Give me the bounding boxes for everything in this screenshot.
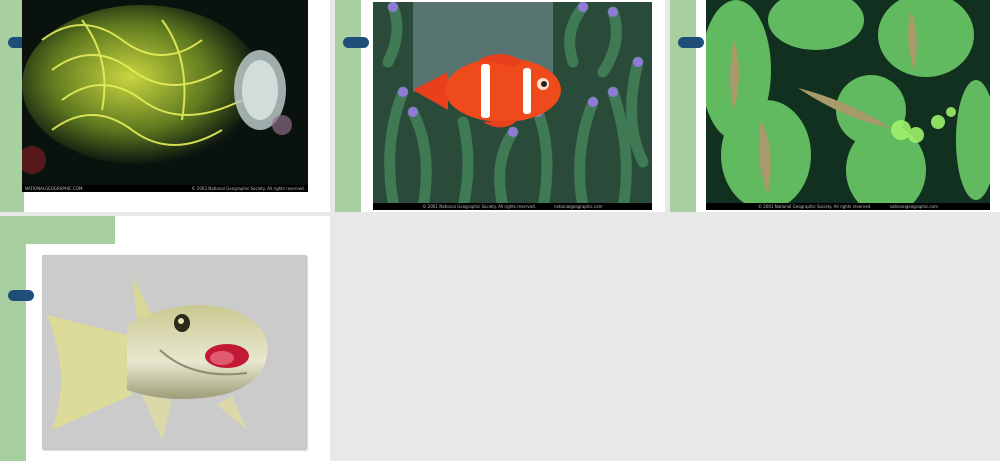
empty-sorter-area — [330, 216, 1000, 461]
slide-accent-bar — [0, 0, 24, 212]
slide-bullet-marker — [678, 37, 704, 48]
slide-thumbnail-1[interactable]: NATIONALGEOGRAPHIC.COM © 2003 National G… — [0, 0, 330, 212]
slide-sorter-grid: NATIONALGEOGRAPHIC.COM © 2003 National G… — [0, 0, 1000, 461]
caption-left: © 2001 National Geographic Society. All … — [422, 204, 536, 209]
slide-3-photo: © 2001 National Geographic Society. All … — [706, 0, 990, 210]
slide-accent-bar — [335, 0, 361, 212]
slide-1-photo: NATIONALGEOGRAPHIC.COM © 2003 National G… — [22, 0, 308, 192]
caption-left: © 2001 National Geographic Society. All … — [758, 204, 872, 209]
slide-bullet-marker — [343, 37, 369, 48]
photo-caption-strip: © 2001 National Geographic Society. All … — [706, 203, 990, 210]
slide-4-photo — [42, 255, 306, 449]
slide-thumbnail-2[interactable]: © 2001 National Geographic Society. All … — [335, 0, 665, 212]
caption-right: nationalgeographic.com — [889, 204, 938, 209]
photo-caption-strip: © 2001 National Geographic Society. All … — [373, 203, 652, 210]
caption-right: © 2003 National Geographic Society. All … — [191, 186, 305, 191]
caption-right: nationalgeographic.com — [553, 204, 603, 209]
slide-bullet-marker — [8, 290, 34, 301]
photo-caption-strip: NATIONALGEOGRAPHIC.COM © 2003 National G… — [22, 185, 308, 192]
slide-accent-bar — [670, 0, 696, 212]
slide-accent-bar-vertical — [0, 216, 26, 461]
slide-thumbnail-3[interactable]: © 2001 National Geographic Society. All … — [670, 0, 1000, 212]
slide-thumbnail-4[interactable] — [0, 216, 330, 461]
slide-2-photo: © 2001 National Geographic Society. All … — [373, 2, 652, 210]
caption-left: NATIONALGEOGRAPHIC.COM — [25, 186, 83, 191]
